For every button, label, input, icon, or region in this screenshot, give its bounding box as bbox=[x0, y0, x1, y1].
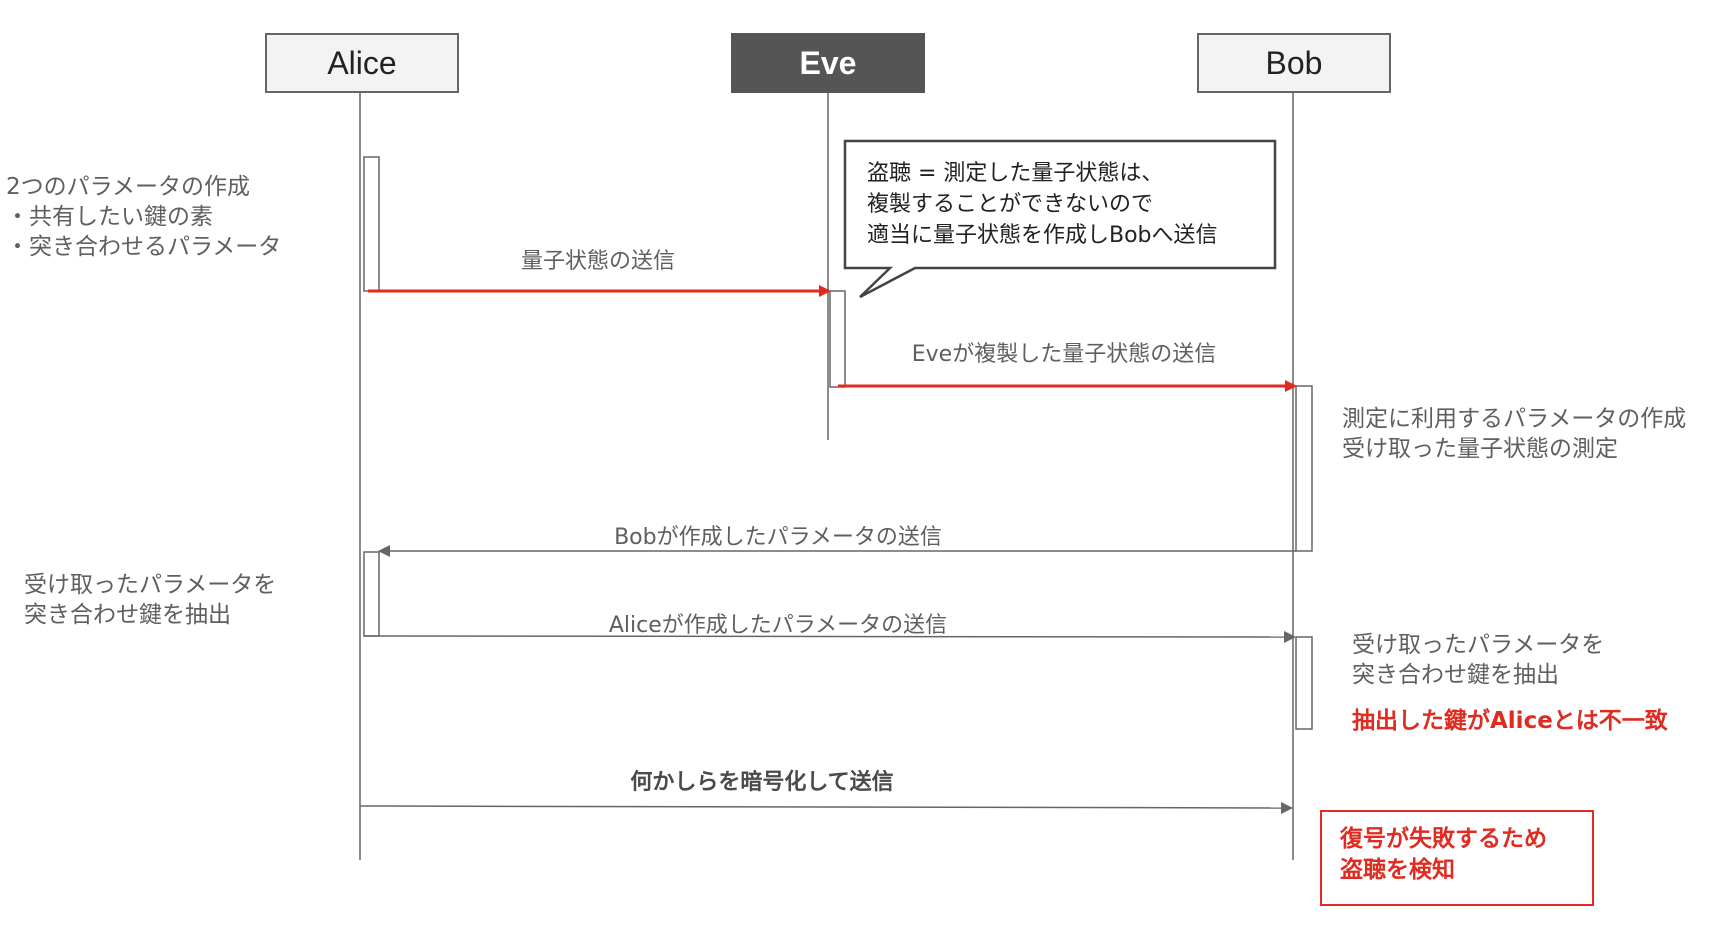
actor-bob-label: Bob bbox=[1265, 44, 1323, 81]
note-bob-extract: 受け取ったパラメータを 突き合わせ鍵を抽出 bbox=[1352, 632, 1605, 688]
note-bob-measure: 測定に利用するパラメータの作成 受け取った量子状態の測定 bbox=[1342, 406, 1687, 462]
message-quantum-state: 量子状態の送信 bbox=[520, 249, 676, 274]
eve-callout-text: 盗聴 = 測定した量子状態は、 複製することができないので 適当に量子状態を作成… bbox=[867, 161, 1218, 248]
message-bob-params: Bobが作成したパラメータの送信 bbox=[614, 525, 942, 550]
note-bob-mismatch: 抽出した鍵がAliceとは不一致 bbox=[1352, 708, 1668, 734]
bob-activation-1 bbox=[1295, 385, 1313, 552]
note-alice-extract: 受け取ったパラメータを 突き合わせ鍵を抽出 bbox=[24, 572, 277, 628]
actor-eve: Eve bbox=[731, 33, 925, 93]
alice-activation-1 bbox=[363, 156, 380, 292]
bob-activation-2 bbox=[1295, 636, 1313, 730]
actor-alice-label: Alice bbox=[327, 44, 397, 81]
sequence-diagram bbox=[359, 93, 1313, 860]
alice-activation-2 bbox=[363, 551, 380, 637]
message-eve-copy: Eveが複製した量子状態の送信 bbox=[911, 342, 1217, 367]
detection-box: 復号が失敗するため 盗聴を検知 bbox=[1320, 810, 1594, 906]
arrow-encrypted bbox=[359, 801, 1293, 814]
message-encrypted: 何かしらを暗号化して送信 bbox=[630, 770, 894, 795]
eve-activation bbox=[829, 290, 846, 388]
actor-eve-label: Eve bbox=[799, 44, 857, 81]
note-alice-create: 2つのパラメータの作成 ・共有したい鍵の素 ・突き合わせるパラメータ bbox=[6, 174, 282, 260]
message-alice-params: Aliceが作成したパラメータの送信 bbox=[608, 613, 948, 638]
actor-bob: Bob bbox=[1197, 33, 1391, 93]
actor-alice: Alice bbox=[265, 33, 459, 93]
